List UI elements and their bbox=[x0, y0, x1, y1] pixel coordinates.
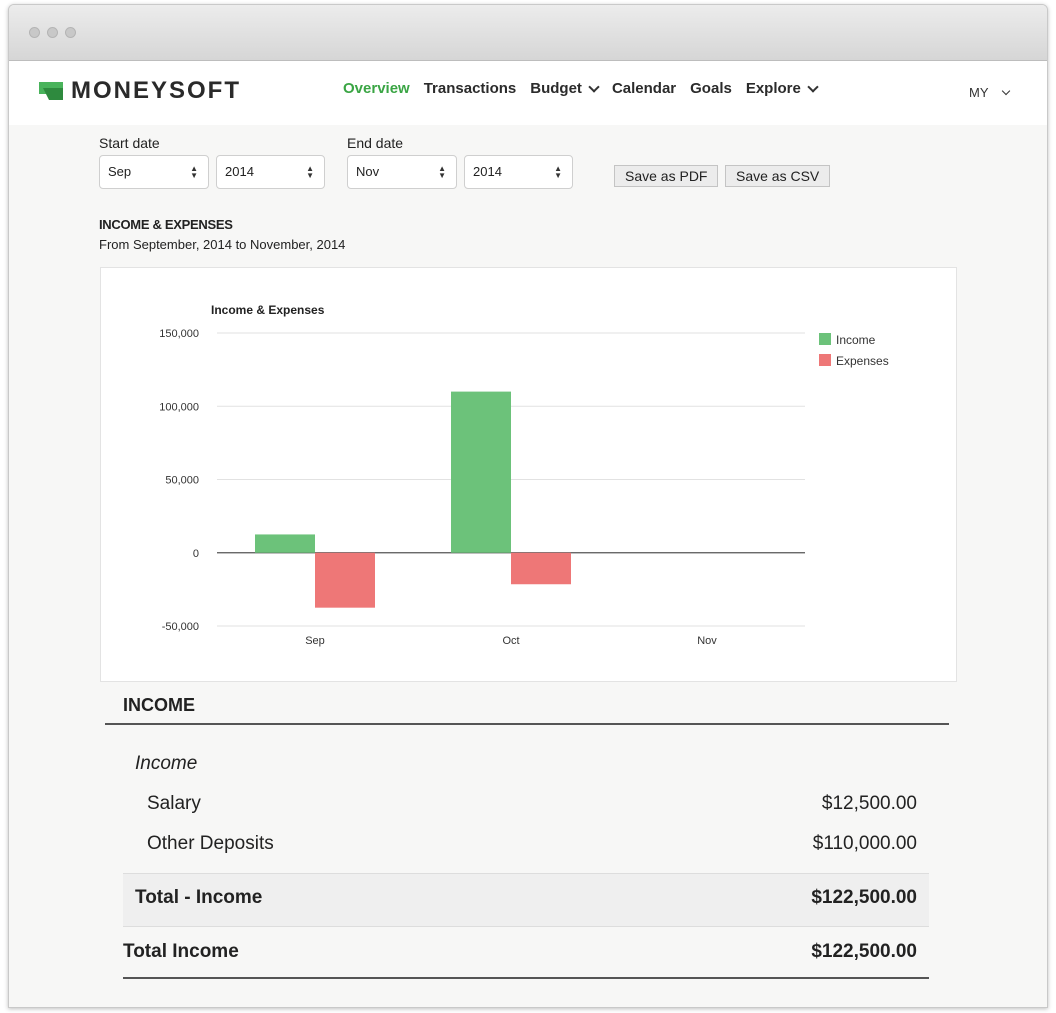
nav-item-label: Budget bbox=[530, 80, 582, 97]
y-tick-label: 100,000 bbox=[159, 401, 199, 413]
nav-item-label: Goals bbox=[690, 80, 732, 97]
close-window-icon[interactable] bbox=[29, 27, 40, 38]
x-tick-label: Nov bbox=[697, 635, 717, 647]
row-value-other-deposits: $110,000.00 bbox=[812, 833, 917, 854]
end-month-select[interactable]: Nov ▲ ▼ bbox=[347, 155, 457, 189]
y-tick-label: -50,000 bbox=[162, 621, 199, 633]
main-nav: Overview Transactions Budget Calendar Goals E… bbox=[343, 80, 819, 97]
legend-swatch-income bbox=[819, 333, 831, 345]
start-year-value: 2014 bbox=[225, 164, 254, 179]
bar-expenses-oct bbox=[511, 552, 571, 585]
nav-item-overview[interactable]: Overview bbox=[343, 80, 410, 97]
y-tick-label: 150,000 bbox=[159, 328, 199, 340]
nav-item-label: Transactions bbox=[423, 80, 517, 97]
bar-income-sep bbox=[255, 534, 315, 553]
total-divider bbox=[123, 977, 929, 979]
chart-svg: Income & Expenses 150,000 100,000 50,000 0 -5… bbox=[159, 303, 889, 647]
total-income-value: $122,500.00 bbox=[811, 941, 917, 962]
legend-label-income: Income bbox=[836, 333, 876, 347]
nav-item-label: Overview bbox=[343, 80, 410, 97]
logo-icon bbox=[39, 82, 63, 100]
end-year-value: 2014 bbox=[473, 164, 502, 179]
section-divider bbox=[105, 723, 949, 725]
chevron-down-icon bbox=[807, 80, 819, 93]
user-menu-label: MY bbox=[969, 85, 989, 100]
user-menu[interactable]: MY bbox=[969, 85, 1010, 100]
chevron-down-icon bbox=[1001, 86, 1010, 95]
end-year-select[interactable]: 2014 ▲ ▼ bbox=[464, 155, 573, 189]
bar-expenses-sep bbox=[315, 552, 375, 608]
x-tick-label: Oct bbox=[502, 635, 519, 647]
zoom-window-icon[interactable] bbox=[65, 27, 76, 38]
nav-item-label: Explore bbox=[745, 80, 801, 97]
end-date-label: End date bbox=[347, 135, 404, 151]
income-group-heading: Income bbox=[135, 753, 198, 774]
nav-item-explore[interactable]: Explore bbox=[745, 80, 819, 97]
income-expenses-chart: Income & Expenses 150,000 100,000 50,000 0 -5… bbox=[100, 267, 957, 682]
select-arrows-icon: ▲ ▼ bbox=[306, 164, 314, 180]
minimize-window-icon[interactable] bbox=[47, 27, 58, 38]
row-value-salary: $12,500.00 bbox=[821, 793, 917, 814]
nav-item-budget[interactable]: Budget bbox=[530, 80, 600, 97]
nav-item-calendar[interactable]: Calendar bbox=[612, 80, 676, 97]
y-tick-label: 0 bbox=[193, 548, 199, 560]
income-section-heading: INCOME bbox=[123, 695, 195, 715]
start-month-value: Sep bbox=[108, 164, 132, 179]
subtotal-value: $122,500.00 bbox=[811, 887, 917, 908]
report-title: INCOME & EXPENSES bbox=[99, 217, 233, 232]
subtotal-label: Total - Income bbox=[135, 887, 263, 908]
y-tick-label: 50,000 bbox=[165, 475, 199, 487]
select-arrows-icon: ▲ ▼ bbox=[554, 164, 562, 180]
select-arrows-icon: ▲ ▼ bbox=[438, 164, 446, 180]
chevron-down-icon bbox=[588, 80, 600, 93]
nav-item-label: Calendar bbox=[611, 80, 677, 97]
top-navbar: MONEYSOFT Overview Transactions Budget Cale… bbox=[9, 61, 1047, 125]
nav-item-transactions[interactable]: Transactions bbox=[424, 80, 517, 97]
start-year-select[interactable]: 2014 ▲ ▼ bbox=[216, 155, 325, 189]
save-csv-button[interactable]: Save as CSV bbox=[725, 165, 831, 187]
window-titlebar bbox=[9, 5, 1047, 61]
nav-item-goals[interactable]: Goals bbox=[690, 80, 732, 97]
browser-window: MONEYSOFT Overview Transactions Budget Cale… bbox=[8, 4, 1048, 1008]
x-tick-label: Sep bbox=[305, 635, 325, 647]
total-income-label: Total Income bbox=[123, 941, 239, 962]
legend-label-expenses: Expenses bbox=[836, 354, 889, 368]
brand-logo[interactable]: MONEYSOFT bbox=[39, 77, 241, 105]
legend-swatch-expenses bbox=[819, 354, 831, 366]
start-date-label: Start date bbox=[99, 135, 160, 151]
end-month-value: Nov bbox=[356, 164, 380, 179]
select-arrows-icon: ▲ ▼ bbox=[190, 164, 198, 180]
save-pdf-button[interactable]: Save as PDF bbox=[614, 165, 719, 187]
row-label-salary: Salary bbox=[147, 793, 201, 814]
chart-title: Income & Expenses bbox=[211, 303, 325, 317]
start-month-select[interactable]: Sep ▲ ▼ bbox=[99, 155, 209, 189]
bar-income-oct bbox=[451, 391, 511, 553]
report-date-range: From September, 2014 to November, 2014 bbox=[99, 237, 346, 252]
brand-name: MONEYSOFT bbox=[71, 77, 242, 104]
row-label-other-deposits: Other Deposits bbox=[147, 833, 274, 854]
